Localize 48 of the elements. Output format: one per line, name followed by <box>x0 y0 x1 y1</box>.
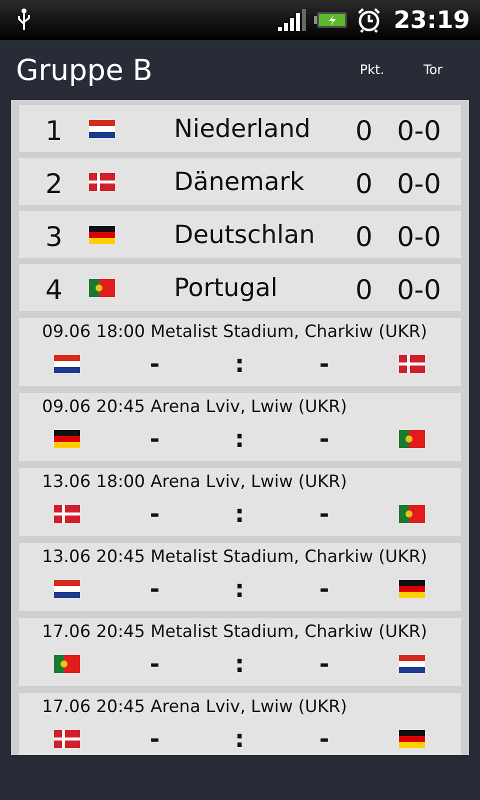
match-info: 09.06 18:00 Metalist Stadium, Charkiw (UKR) <box>41 321 428 342</box>
home-score: - <box>148 350 161 378</box>
home-score: - <box>148 725 161 753</box>
match-info: 13.06 18:00 Arena Lviv, Lwiw (UKR) <box>41 471 347 492</box>
points: 0 <box>354 221 374 253</box>
goals: 0-0 <box>396 274 442 306</box>
team-name: Deutschlan <box>174 220 316 249</box>
rank: 1 <box>44 115 64 147</box>
home-score: - <box>148 650 161 678</box>
score-separator: : <box>234 650 246 678</box>
match-info: 17.06 20:45 Metalist Stadium, Charkiw (UKR) <box>41 621 428 642</box>
column-header: Pkt. <box>358 62 386 78</box>
score-separator: : <box>234 350 246 378</box>
home-score: - <box>148 575 161 603</box>
points: 0 <box>354 168 374 200</box>
group-title: Gruppe B <box>16 53 154 87</box>
away-score: - <box>318 650 330 678</box>
match-info: 17.06 20:45 Arena Lviv, Lwiw (UKR) <box>41 696 347 717</box>
team-name: Dänemark <box>174 167 306 196</box>
signal-icon <box>278 9 306 31</box>
score-separator: : <box>234 425 246 453</box>
battery-icon <box>314 11 348 29</box>
rank: 4 <box>44 274 64 306</box>
goals: 0-0 <box>396 115 442 147</box>
team-name: Niederland <box>174 114 312 143</box>
points: 0 <box>354 274 374 306</box>
score-separator: : <box>234 725 246 753</box>
match-info: 09.06 20:45 Arena Lviv, Lwiw (UKR) <box>41 396 347 417</box>
away-score: - <box>318 575 330 603</box>
away-score: - <box>318 725 330 753</box>
rank: 3 <box>44 221 64 253</box>
away-score: - <box>318 425 330 453</box>
match-info: 13.06 20:45 Metalist Stadium, Charkiw (UKR) <box>41 546 428 567</box>
goals: 0-0 <box>396 221 442 253</box>
score-separator: : <box>234 500 246 528</box>
rank: 2 <box>44 168 64 200</box>
usb-icon <box>16 8 32 32</box>
clock-time: 23:19 <box>394 6 470 34</box>
home-score: - <box>148 500 161 528</box>
goals: 0-0 <box>396 168 442 200</box>
home-score: - <box>148 425 161 453</box>
team-name: Portugal <box>174 273 279 302</box>
points: 0 <box>354 115 374 147</box>
score-separator: : <box>234 575 246 603</box>
away-score: - <box>318 500 330 528</box>
column-header: Tor <box>422 62 444 78</box>
away-score: - <box>318 350 330 378</box>
alarm-clock-icon <box>356 7 382 33</box>
